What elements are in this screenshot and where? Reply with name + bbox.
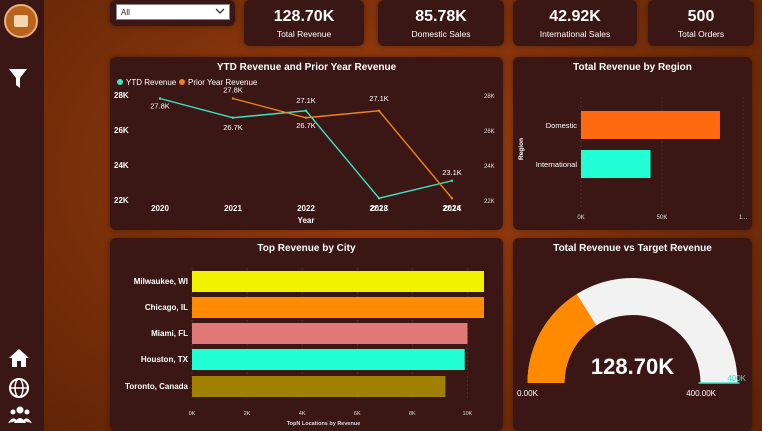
y-axis-title: Region: [518, 138, 525, 160]
category-label: Houston, TX: [141, 355, 189, 364]
chevron-down-icon: [215, 8, 225, 14]
gauge-value: 128.70K: [591, 354, 674, 379]
x-axis-title: Year: [298, 216, 315, 225]
data-label: 22.1K: [369, 203, 389, 212]
x-tick-label: 0K: [577, 215, 584, 221]
bar: [192, 297, 484, 318]
bar: [192, 376, 446, 397]
data-point: [304, 109, 308, 112]
category-label: Milwaukee, WI: [134, 277, 188, 286]
data-label: 26.7K: [223, 123, 243, 132]
x-tick-label: 50K: [657, 215, 668, 221]
data-point: [377, 197, 381, 200]
legend-label: YTD Revenue: [126, 78, 177, 87]
gauge-max-label: 400.00K: [686, 389, 716, 398]
legend-marker: [117, 79, 123, 85]
bar: [581, 150, 651, 178]
y2-tick-label: 26K: [484, 129, 495, 135]
kpi-card-domestic-sales: 85.78K Domestic Sales: [378, 0, 504, 46]
bar: [192, 323, 468, 344]
y-tick-label: 28K: [114, 91, 129, 100]
city-bar-chart: Milwaukee, WI Chicago, IL Miami, FL Houston…: [125, 268, 484, 427]
kpi-label: Total Revenue: [276, 29, 332, 39]
year-slicer-dropdown[interactable]: All: [116, 4, 230, 20]
users-icon[interactable]: [8, 405, 32, 425]
legend-marker: [179, 79, 185, 85]
line-chart: YTD Revenue Prior Year Revenue22K24K26K28…: [114, 78, 495, 225]
bar: [192, 349, 465, 370]
kpi-value: 128.70K: [273, 8, 335, 25]
x-tick-label: 2022: [297, 204, 315, 213]
x-tick-label: 4K: [299, 411, 306, 417]
kpi-value: 42.92K: [549, 8, 601, 25]
y-tick-label: 26K: [114, 126, 129, 135]
data-label: 23.1K: [442, 168, 462, 177]
filter-icon[interactable]: [8, 68, 28, 90]
gauge-chart: 128.70K 0.00K 400.00K 400K: [517, 278, 747, 398]
kpi-label: International Sales: [539, 29, 611, 39]
category-label: Toronto, Canada: [125, 382, 189, 391]
bar: [192, 271, 484, 292]
x-axis-title: TopN Locations by Revenue: [287, 421, 361, 427]
data-point: [450, 197, 454, 200]
kpi-value: 500: [687, 8, 715, 25]
ytd-revenue-panel: YTD Revenue and Prior Year Revenue YTD R…: [110, 57, 503, 230]
y-tick-label: 22K: [114, 196, 129, 205]
data-point: [231, 97, 235, 100]
kpi-card-total-revenue: 128.70K Total Revenue: [244, 0, 364, 46]
x-tick-label: 2K: [244, 411, 251, 417]
data-point: [304, 116, 308, 119]
data-label: 27.1K: [296, 96, 316, 105]
region-bar-chart: Domestic International 0K 50K 1... Region: [518, 97, 748, 221]
series-line: [159, 97, 453, 200]
category-label: International: [536, 160, 578, 169]
slicer-value: All: [121, 8, 130, 17]
data-point: [231, 116, 235, 119]
kpi-value: 85.78K: [415, 8, 467, 25]
x-tick-label: 2020: [151, 204, 169, 213]
kpi-label: Total Orders: [677, 29, 725, 39]
home-icon[interactable]: [8, 348, 30, 368]
series-line: [232, 97, 453, 199]
revenue-by-region-panel: Total Revenue by Region Domestic Internat…: [513, 57, 752, 230]
category-label: Chicago, IL: [145, 303, 188, 312]
data-label: 22.1K: [442, 203, 462, 212]
top-revenue-by-city-panel: Top Revenue by City Milwaukee, WI Chicago…: [110, 238, 503, 431]
data-label: 27.1K: [369, 94, 389, 103]
y2-tick-label: 24K: [484, 164, 495, 170]
data-point: [158, 97, 162, 100]
data-label: 26.7K: [296, 121, 316, 130]
x-tick-label: 0K: [189, 411, 196, 417]
x-tick-label: 10K: [463, 411, 473, 417]
globe-icon[interactable]: [8, 377, 30, 399]
x-tick-label: 1...: [739, 215, 748, 221]
data-label: 27.8K: [223, 86, 243, 95]
kpi-label: Domestic Sales: [411, 29, 471, 39]
x-tick-label: 2021: [224, 204, 242, 213]
data-label: 27.8K: [150, 102, 170, 111]
y2-tick-label: 28K: [484, 94, 495, 100]
revenue-vs-target-panel: Total Revenue vs Target Revenue 128.70K 0…: [513, 238, 752, 431]
bar: [581, 111, 720, 139]
y-tick-label: 24K: [114, 161, 129, 170]
data-point: [377, 109, 381, 112]
x-tick-label: 6K: [354, 411, 361, 417]
data-point: [450, 179, 454, 182]
company-logo: [4, 4, 38, 38]
x-tick-label: 8K: [409, 411, 416, 417]
gauge-min-label: 0.00K: [517, 389, 539, 398]
sidebar: [0, 0, 44, 431]
category-label: Domestic: [546, 121, 578, 130]
kpi-card-international-sales: 42.92K International Sales: [513, 0, 637, 46]
kpi-card-total-orders: 500 Total Orders: [648, 0, 754, 46]
y2-tick-label: 22K: [484, 199, 495, 205]
category-label: Miami, FL: [151, 329, 188, 338]
gauge-target-label: 400K: [727, 374, 746, 383]
